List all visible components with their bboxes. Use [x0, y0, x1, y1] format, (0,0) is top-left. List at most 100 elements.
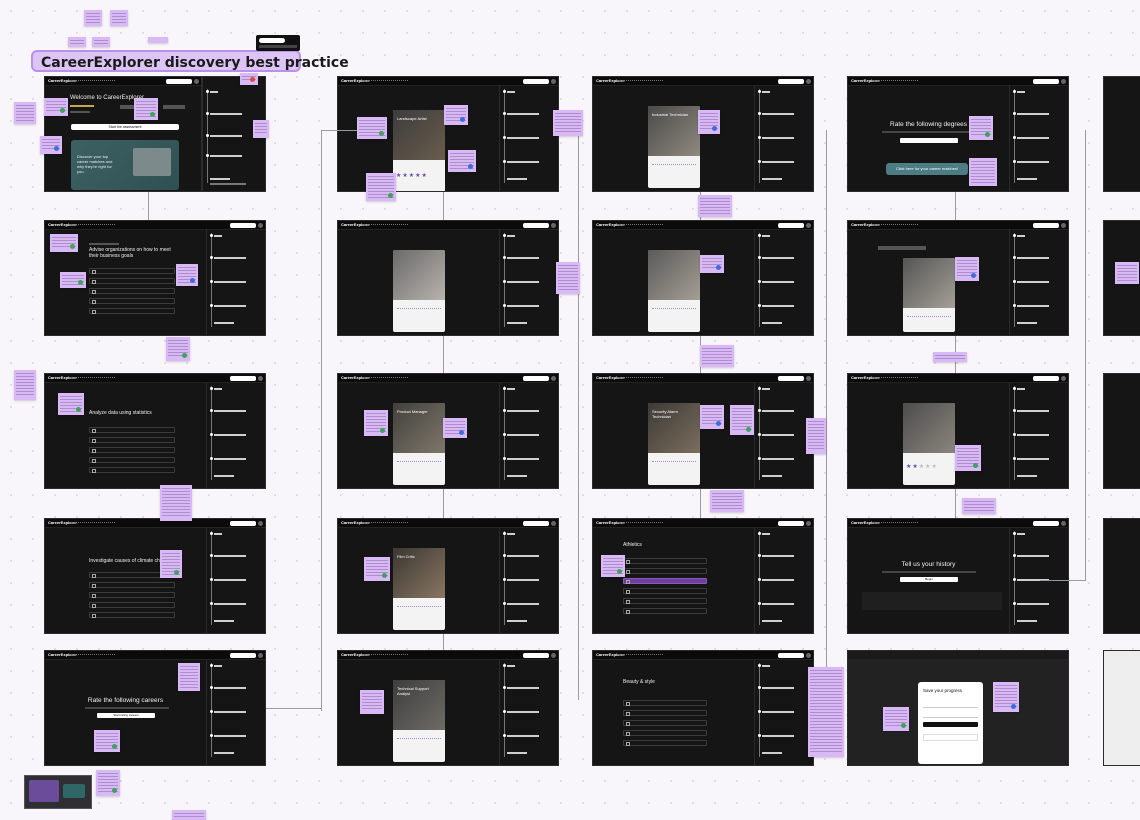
sticky-note[interactable]	[68, 37, 86, 47]
board-thumbnail[interactable]	[256, 35, 300, 51]
sticky-note[interactable]	[360, 690, 384, 714]
sticky-note[interactable]	[366, 173, 396, 201]
start-rating-degrees-button[interactable]	[900, 138, 958, 143]
sticky-note[interactable]	[962, 498, 996, 514]
answer-option[interactable]	[89, 427, 175, 433]
frame-rate-careers[interactable]: CareerExplorer Rate the following career…	[44, 650, 266, 766]
sticky-note[interactable]	[993, 682, 1019, 712]
frame-save-progress[interactable]: Save your progress	[847, 650, 1069, 766]
sticky-note[interactable]	[700, 345, 734, 367]
answer-option[interactable]	[623, 558, 707, 564]
frame-history[interactable]: CareerExplorer Tell us your history Begi…	[847, 518, 1069, 634]
answer-option[interactable]	[89, 602, 175, 608]
answer-option[interactable]	[623, 700, 707, 706]
answer-option[interactable]	[89, 308, 175, 314]
sticky-note[interactable]	[94, 730, 120, 752]
board-title[interactable]: CareerExplorer discovery best practice	[31, 50, 349, 72]
star-rating[interactable]: ★★★★★	[906, 463, 938, 470]
sticky-note[interactable]	[1115, 262, 1139, 284]
answer-option[interactable]	[89, 278, 175, 284]
frame-career-3b[interactable]: CareerExplorer	[592, 220, 814, 336]
frame-question-beauty[interactable]: CareerExplorer Beauty & style	[592, 650, 814, 766]
sticky-note[interactable]	[357, 117, 387, 139]
frame-career-security[interactable]: CareerExplorer Security Alarm Technician	[592, 373, 814, 489]
sticky-note[interactable]	[443, 418, 467, 438]
sticky-note[interactable]	[134, 98, 158, 120]
sticky-note[interactable]	[364, 410, 388, 436]
get-started-button[interactable]	[923, 722, 978, 727]
save-progress-modal[interactable]: Save your progress	[918, 682, 983, 764]
sticky-note[interactable]	[700, 405, 724, 429]
sticky-note[interactable]	[110, 10, 128, 26]
frame-question-climate[interactable]: CareerExplorer Investigate causes of cli…	[44, 518, 266, 634]
frame-welcome[interactable]: CareerExplorer Welcome to CareerExplorer…	[44, 76, 202, 192]
sticky-note[interactable]	[148, 37, 168, 43]
star-rating[interactable]: ★★★★★	[396, 172, 428, 179]
sticky-note[interactable]	[92, 37, 110, 47]
answer-option[interactable]	[89, 612, 175, 618]
sticky-note[interactable]	[240, 73, 258, 85]
sticky-note[interactable]	[955, 445, 981, 471]
sticky-note[interactable]	[60, 272, 86, 288]
start-assessment-button[interactable]: Start the assessment	[71, 124, 179, 130]
frame-degree-2[interactable]: CareerExplorer ★★★★★	[847, 373, 1069, 489]
sticky-note[interactable]	[808, 667, 844, 757]
sticky-note[interactable]	[50, 234, 78, 252]
sticky-note[interactable]	[58, 393, 84, 415]
frame-career-industrial[interactable]: CareerExplorer Industrial Technician	[592, 76, 814, 192]
sticky-note[interactable]	[730, 405, 754, 435]
answer-option[interactable]	[623, 710, 707, 716]
sticky-note[interactable]	[698, 195, 732, 217]
sticky-note[interactable]	[448, 150, 476, 172]
sticky-note[interactable]	[40, 136, 62, 154]
answer-option[interactable]	[623, 598, 707, 604]
answer-option[interactable]	[89, 447, 175, 453]
sticky-note[interactable]	[969, 158, 997, 186]
sticky-note[interactable]	[806, 418, 826, 454]
frame-rate-degrees[interactable]: CareerExplorer Rate the following degree…	[847, 76, 1069, 192]
answer-option[interactable]	[89, 298, 175, 304]
sticky-note[interactable]	[700, 255, 724, 273]
sticky-note[interactable]	[166, 337, 190, 361]
answer-option[interactable]	[623, 740, 707, 746]
sticky-note[interactable]	[553, 110, 583, 136]
sticky-note[interactable]	[44, 98, 68, 116]
answer-option[interactable]	[89, 268, 175, 274]
answer-option[interactable]	[89, 582, 175, 588]
answer-option[interactable]	[623, 588, 707, 594]
frame-question-athletics[interactable]: CareerExplorer Athletics	[592, 518, 814, 634]
sticky-note[interactable]	[172, 810, 206, 820]
sticky-note[interactable]	[84, 10, 102, 26]
begin-button[interactable]: Begin	[900, 577, 958, 582]
answer-option[interactable]	[623, 608, 707, 614]
sticky-note[interactable]	[601, 555, 625, 577]
sticky-note[interactable]	[698, 110, 720, 134]
sticky-note[interactable]	[933, 352, 967, 362]
sticky-note[interactable]	[710, 490, 744, 512]
sticky-note[interactable]	[444, 105, 468, 125]
thumbnail-preview[interactable]	[24, 775, 92, 809]
answer-option-selected[interactable]	[623, 578, 707, 584]
answer-option[interactable]	[89, 467, 175, 473]
answer-option[interactable]	[89, 288, 175, 294]
sticky-note[interactable]	[14, 370, 36, 400]
sticky-note[interactable]	[176, 264, 198, 286]
sticky-note[interactable]	[96, 770, 120, 796]
sticky-note[interactable]	[253, 120, 269, 138]
answer-option[interactable]	[89, 592, 175, 598]
answer-option[interactable]	[623, 730, 707, 736]
sticky-note[interactable]	[883, 707, 909, 731]
sticky-note[interactable]	[160, 550, 182, 578]
frame-question-statistics[interactable]: CareerExplorer Analyze data using statis…	[44, 373, 266, 489]
sticky-note[interactable]	[955, 257, 979, 281]
answer-option[interactable]	[623, 720, 707, 726]
sticky-note[interactable]	[160, 485, 192, 521]
sticky-note[interactable]	[364, 557, 390, 581]
answer-option[interactable]	[623, 568, 707, 574]
sticky-note[interactable]	[556, 262, 580, 294]
sticky-note[interactable]	[14, 102, 36, 124]
answer-option[interactable]	[89, 457, 175, 463]
sticky-note[interactable]	[969, 116, 993, 140]
answer-option[interactable]	[89, 437, 175, 443]
sticky-note[interactable]	[178, 663, 200, 691]
